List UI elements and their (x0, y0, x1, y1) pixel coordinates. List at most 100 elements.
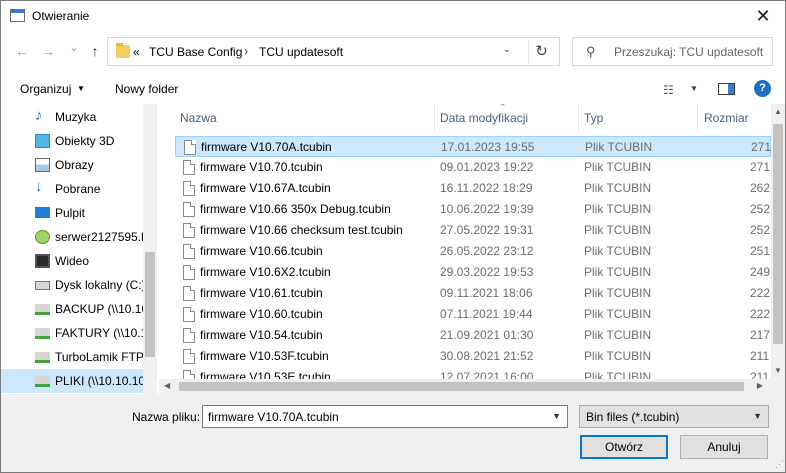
sidebar-item-label: TurboLamik FTP (55, 350, 144, 364)
forward-button[interactable]: → (39, 42, 57, 60)
column-header-name[interactable]: Nazwa (180, 111, 217, 125)
sidebar-item-wideo[interactable]: Wideo (1, 249, 143, 273)
video-icon (35, 254, 50, 268)
sidebar-item-label: FAKTURY (\\10.1 (55, 326, 148, 340)
vertical-scrollbar-thumb[interactable] (773, 124, 783, 344)
column-divider[interactable] (697, 104, 698, 130)
sidebar-item-obiekty-3d[interactable]: Obiekty 3D (1, 129, 143, 153)
network-drive-icon (35, 376, 50, 387)
breadcrumb-tcu-updatesoft[interactable]: TCU updatesoft (259, 45, 343, 59)
file-type: Plik TCUBIN (584, 160, 652, 174)
new-folder-button[interactable]: Nowy folder (115, 82, 178, 96)
file-type: Plik TCUBIN (584, 349, 652, 363)
refresh-button[interactable]: ↻ (528, 41, 554, 63)
file-type-filter-value: Bin files (*.tcubin) (586, 410, 680, 424)
scroll-down-arrow-icon[interactable]: ▼ (771, 366, 785, 375)
address-dropdown-chevron-icon[interactable]: ⌄ (499, 44, 515, 55)
file-date: 21.09.2021 01:30 (440, 328, 534, 342)
sidebar-item-muzyka[interactable]: ♪ Muzyka (1, 105, 143, 129)
scroll-up-arrow-icon[interactable]: ▲ (771, 107, 785, 116)
dialog-footer: Nazwa pliku: ▼ Bin files (*.tcubin) ▼ Ot… (1, 394, 785, 472)
resize-grip-icon[interactable]: ⋰ (775, 459, 784, 470)
sidebar-item-dysk-lokalny[interactable]: Dysk lokalny (C:) (1, 273, 146, 297)
folder-icon (116, 43, 130, 58)
file-type: Plik TCUBIN (584, 181, 652, 195)
search-box[interactable]: ⚲ Przeszukaj: TCU updatesoft (572, 37, 773, 66)
sidebar-item-pobrane[interactable]: ↓ Pobrane (1, 177, 143, 201)
file-type: Plik TCUBIN (584, 223, 652, 237)
filter-dropdown-chevron-icon[interactable]: ▼ (753, 411, 762, 421)
close-button[interactable]: ✕ (751, 4, 775, 28)
file-row[interactable]: firmware V10.66.tcubin 26.05.2022 23:12 Pl… (175, 241, 771, 262)
horizontal-scrollbar-thumb[interactable] (179, 382, 744, 391)
sidebar-item-turbolamik-ftp[interactable]: TurboLamik FTP (1, 345, 144, 369)
sidebar-item-label: BACKUP (\\10.10. (55, 302, 152, 316)
file-type: Plik TCUBIN (584, 202, 652, 216)
file-row[interactable]: firmware V10.53F.tcubin 30.08.2021 21:52 P… (175, 346, 771, 367)
open-button[interactable]: Otwórz (580, 435, 668, 459)
file-icon (183, 286, 195, 301)
organize-caret-icon[interactable]: ▼ (77, 84, 85, 93)
column-header-type[interactable]: Typ (584, 111, 603, 125)
filename-input[interactable] (203, 406, 543, 427)
breadcrumb-overflow[interactable]: « (133, 45, 140, 59)
file-row[interactable]: firmware V10.6X2.tcubin 29.03.2022 19:53 P… (175, 262, 771, 283)
search-placeholder[interactable]: Przeszukaj: TCU updatesoft (614, 45, 763, 59)
file-row[interactable]: firmware V10.66 350x Debug.tcubin 10.06.2… (175, 199, 771, 220)
back-button[interactable]: ← (13, 42, 31, 60)
navigation-scrollbar-thumb[interactable] (145, 252, 155, 357)
cancel-button[interactable]: Anuluj (680, 435, 768, 459)
file-icon (183, 349, 195, 364)
sidebar-item-faktury[interactable]: FAKTURY (\\10.1 (1, 321, 147, 345)
file-row[interactable]: firmware V10.70.tcubin 09.01.2023 19:22 Pl… (175, 157, 771, 178)
file-name: firmware V10.70.tcubin (200, 160, 323, 174)
column-header-date[interactable]: Data modyfikacji (440, 111, 528, 125)
network-drive-icon (35, 304, 50, 315)
filename-combobox[interactable]: ▼ (202, 405, 568, 428)
file-icon (183, 223, 195, 238)
command-toolbar: Organizuj ▼ Nowy folder ☷ ▼ ? (1, 74, 785, 104)
sidebar-item-backup[interactable]: BACKUP (\\10.10. (1, 297, 152, 321)
navigation-scrollbar[interactable] (143, 104, 157, 394)
sidebar-item-pulpit[interactable]: Pulpit (1, 201, 143, 225)
file-icon (183, 244, 195, 259)
help-button[interactable]: ? (754, 80, 771, 97)
file-row[interactable]: firmware V10.67A.tcubin 16.11.2022 18:29 P… (175, 178, 771, 199)
sidebar-item-label: Pulpit (55, 206, 86, 220)
file-row[interactable]: firmware V10.54.tcubin 21.09.2021 01:30 Pl… (175, 325, 771, 346)
sidebar-item-pliki[interactable]: PLIKI (\\10.10.10 (1, 369, 146, 393)
column-divider[interactable] (434, 104, 435, 130)
cube-icon (35, 134, 50, 148)
view-options-caret-icon[interactable]: ▼ (690, 84, 698, 93)
file-icon (183, 160, 195, 175)
file-name: firmware V10.60.tcubin (200, 307, 323, 321)
sidebar-item-obrazy[interactable]: Obrazy (1, 153, 143, 177)
file-row[interactable]: firmware V10.66 checksum test.tcubin 27.0… (175, 220, 771, 241)
file-row[interactable]: firmware V10.61.tcubin 09.11.2021 18:06 Pl… (175, 283, 771, 304)
file-date: 09.01.2023 19:22 (440, 160, 534, 174)
file-row[interactable]: firmware V10.60.tcubin 07.11.2021 19:44 Pl… (175, 304, 771, 325)
recent-locations-button[interactable]: ⌄ (65, 39, 83, 57)
file-icon (183, 265, 195, 280)
preview-pane-icon[interactable] (718, 83, 735, 95)
up-button[interactable]: ↑ (86, 42, 104, 60)
file-size: 252 KB (750, 223, 771, 237)
breadcrumb-separator[interactable]: › (244, 44, 248, 58)
file-row[interactable]: firmware V10.70A.tcubin 17.01.2023 19:55 P… (175, 136, 771, 157)
filename-dropdown-chevron-icon[interactable]: ▼ (552, 411, 561, 421)
view-options-icon[interactable]: ☷ (663, 83, 674, 97)
scroll-right-arrow-icon[interactable]: ▶ (757, 381, 763, 390)
column-header-size[interactable]: Rozmiar (704, 111, 749, 125)
scroll-left-arrow-icon[interactable]: ◀ (164, 381, 170, 390)
organize-button[interactable]: Organizuj (20, 82, 71, 96)
column-divider[interactable] (578, 104, 579, 130)
file-list-horizontal-scrollbar[interactable]: ◀ ▶ (159, 379, 771, 394)
sidebar-item-label: Obrazy (55, 158, 94, 172)
file-list-vertical-scrollbar[interactable]: ▲ ▼ (771, 104, 785, 394)
address-bar[interactable]: « TCU Base Config › TCU updatesoft ⌄ ↻ (107, 37, 560, 66)
file-type-filter-select[interactable]: Bin files (*.tcubin) ▼ (579, 405, 769, 428)
sidebar-item-serwer[interactable]: serwer2127595.h (1, 225, 148, 249)
breadcrumb-tcu-base-config[interactable]: TCU Base Config (149, 45, 242, 59)
sidebar-item-label: PLIKI (\\10.10.10 (55, 374, 146, 388)
sidebar-item-label: Pobrane (55, 182, 101, 196)
